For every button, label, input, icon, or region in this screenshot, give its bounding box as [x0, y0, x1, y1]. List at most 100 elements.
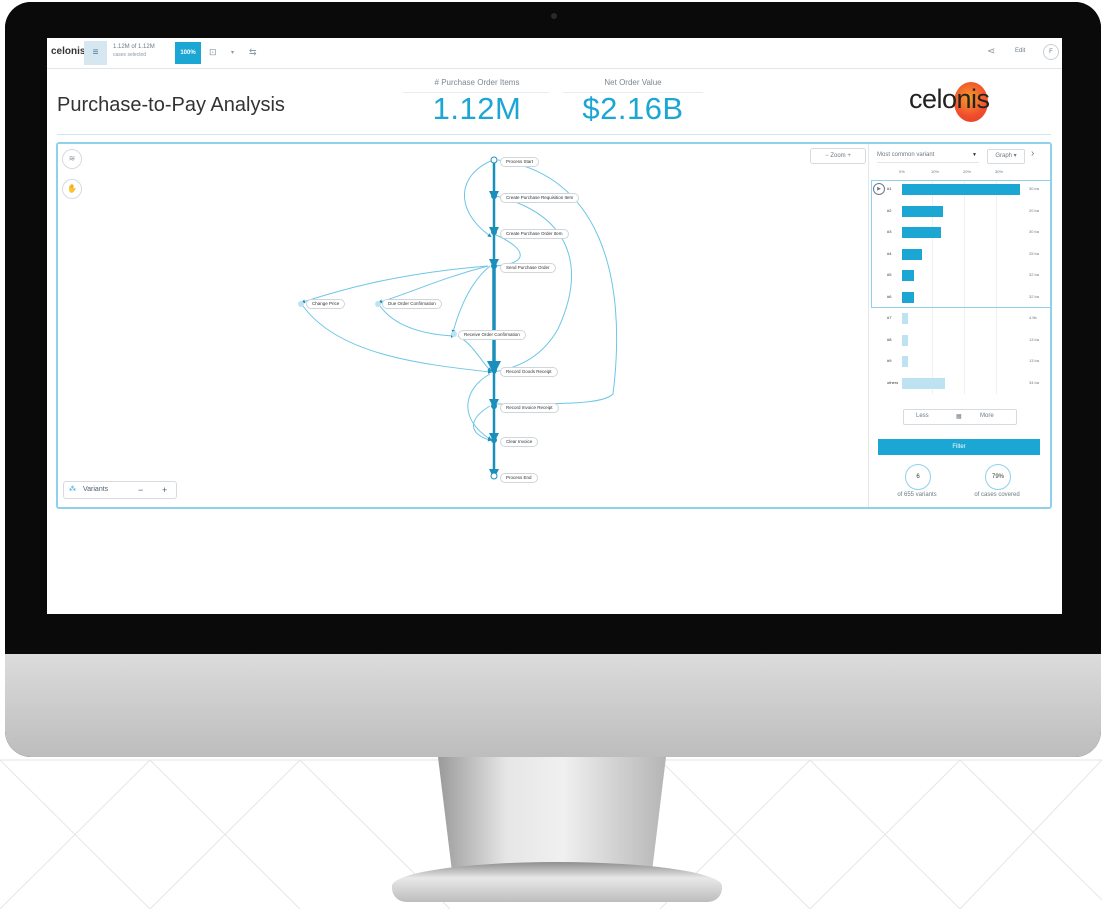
app-logo-text: celonis — [51, 46, 86, 57]
variant-rank: #5 — [887, 272, 892, 277]
activity-due-order-confirmation[interactable]: Due Order Confirmation — [382, 299, 442, 309]
variant-row[interactable]: #8 13 ba — [869, 331, 1051, 351]
variant-bar[interactable] — [902, 313, 908, 324]
variant-bar[interactable] — [902, 248, 922, 260]
coverage-circle: 79% — [985, 464, 1011, 490]
variant-sort-dropdown[interactable]: Most common variant ▼ — [877, 149, 979, 163]
variant-bar[interactable] — [902, 205, 944, 217]
variant-axis: 0% 10% 20% 30% — [899, 169, 1033, 177]
axis-tick: 0% — [899, 169, 905, 174]
variant-value: 13 ba — [1029, 336, 1040, 342]
variant-value: 4.5b — [1029, 315, 1037, 320]
variant-rank: #8 — [887, 336, 892, 342]
activity-create-purchase-requisition-item[interactable]: Create Purchase Requisition Item — [500, 193, 580, 203]
variant-bar[interactable] — [902, 291, 914, 303]
variants-increase-button[interactable]: + — [162, 482, 167, 498]
swap-icon[interactable]: ⇆ — [249, 47, 257, 58]
monitor-chin — [5, 654, 1101, 757]
kpi-value: $2.16B — [582, 91, 684, 126]
app-logo[interactable]: celonis — [51, 46, 85, 57]
variants-label: Variants — [83, 486, 109, 493]
chevron-down-icon[interactable]: ▾ — [231, 49, 234, 56]
variant-value: 30 ba — [1029, 186, 1040, 191]
filter-button[interactable]: Filter — [878, 439, 1040, 455]
less-button[interactable]: Less — [916, 413, 929, 419]
less-more-control[interactable]: Less ▦ More — [903, 409, 1017, 425]
menu-icon[interactable]: ≡ — [84, 41, 107, 65]
variant-value: 25 ba — [1029, 250, 1040, 256]
variant-rank: #1 — [887, 186, 892, 191]
variant-rank: #6 — [887, 293, 892, 299]
selection-percent-badge[interactable]: 100% — [175, 42, 201, 64]
variant-rank: #9 — [887, 358, 892, 363]
activity-record-invoice-receipt[interactable]: Record Invoice Receipt — [500, 403, 559, 413]
process-explorer-panel: ≋ ✋ − Zoom + Process Start Create Purcha… — [56, 142, 1052, 509]
variant-bar[interactable] — [902, 356, 908, 367]
variants-count-caption: of 655 variants — [897, 492, 937, 498]
variant-row[interactable]: #9 13 ba — [869, 352, 1051, 372]
zoom-label: Zoom — [830, 153, 846, 159]
variants-decrease-button[interactable]: − — [138, 482, 143, 498]
chevron-right-icon[interactable]: › — [1031, 148, 1034, 159]
variant-bar[interactable] — [902, 184, 1020, 195]
variant-row[interactable]: #4 25 ba — [869, 245, 1051, 265]
variant-value: 30 ba — [1029, 229, 1040, 234]
activity-receive-order-confirmation[interactable]: Receive Order Confirmation — [458, 330, 526, 340]
variants-control[interactable]: ⁂ Variants − + — [63, 481, 177, 499]
share-icon[interactable]: ⋖ — [987, 46, 995, 57]
kpi-value: 1.12M — [432, 91, 522, 126]
variant-bar-chart: ▶ #1 30 ba #2 20 ba #3 30 ba #4 25 ba #5 32 ba #6 3… — [869, 180, 1051, 400]
kpi-divider — [403, 92, 549, 93]
view-select-label: Graph — [995, 153, 1012, 159]
kpi-net-order-value: Net Order Value $2.16B — [565, 78, 701, 127]
variant-row[interactable]: #3 30 ba — [869, 223, 1051, 243]
variant-explorer: Most common variant ▼ Graph ▾ › 0% 10% 2… — [868, 144, 1051, 507]
activity-process-start[interactable]: Process Start — [500, 157, 540, 167]
grid-icon[interactable]: ▦ — [956, 413, 962, 420]
kpi-divider — [563, 92, 703, 93]
variant-row[interactable]: #5 32 ba — [869, 266, 1051, 286]
cases-subtitle: cases selected — [113, 52, 147, 58]
axis-tick: 20% — [963, 169, 972, 174]
activity-change-price[interactable]: Change Price — [306, 299, 346, 309]
chevron-down-icon: ▼ — [972, 152, 977, 158]
variant-bar[interactable] — [902, 334, 908, 346]
variant-row[interactable]: #2 20 ba — [869, 202, 1051, 222]
zoom-in-icon[interactable]: + — [847, 153, 851, 159]
monitor-stand — [438, 757, 666, 869]
variant-row[interactable]: #1 30 ba — [869, 180, 1051, 200]
top-toolbar: celonis ≡ 1.12M of 1.12M cases selected … — [47, 38, 1062, 69]
activity-record-goods-receipt[interactable]: Record Goods Receipt — [500, 367, 558, 377]
app-screen: celonis ≡ 1.12M of 1.12M cases selected … — [47, 38, 1062, 614]
coverage-caption: of cases covered — [974, 492, 1020, 498]
variant-value: 20 ba — [1029, 207, 1040, 213]
variant-bar[interactable] — [902, 270, 914, 281]
variant-value: 13 ba — [1029, 358, 1040, 363]
bookmark-icon[interactable]: ⊡ — [209, 47, 217, 58]
camera-dot — [551, 13, 557, 19]
avatar[interactable]: F — [1043, 44, 1059, 60]
more-button[interactable]: More — [980, 413, 994, 419]
cases-count: 1.12M of 1.12M — [113, 44, 155, 50]
kpi-label: # Purchase Order Items — [434, 78, 520, 87]
variant-rank: others — [887, 379, 899, 385]
zoom-out-icon[interactable]: − — [825, 153, 829, 159]
variant-row[interactable]: others 34 ba — [869, 374, 1051, 394]
case-selection[interactable]: 1.12M of 1.12M cases selected — [113, 43, 155, 59]
layers-icon[interactable]: ≋ — [62, 149, 82, 169]
edit-button[interactable]: Edit — [1015, 48, 1025, 54]
variant-bar[interactable] — [902, 377, 946, 389]
activity-clear-invoice[interactable]: Clear Invoice — [500, 437, 539, 447]
variant-rank: #2 — [887, 207, 892, 213]
view-select[interactable]: Graph ▾ — [987, 149, 1025, 164]
activity-create-purchase-order-item[interactable]: Create Purchase Order Item — [500, 229, 569, 239]
hand-icon[interactable]: ✋ — [62, 179, 82, 199]
activity-process-end[interactable]: Process End — [500, 473, 538, 483]
variant-row[interactable]: #6 32 ba — [869, 288, 1051, 308]
process-map-graph[interactable] — [268, 154, 668, 494]
activity-send-purchase-order[interactable]: Send Purchase Order — [500, 263, 556, 273]
variant-value: 32 ba — [1029, 272, 1040, 277]
variant-bar[interactable] — [902, 227, 942, 238]
variant-row[interactable]: #7 4.5b — [869, 309, 1051, 329]
zoom-control[interactable]: − Zoom + — [810, 148, 866, 164]
